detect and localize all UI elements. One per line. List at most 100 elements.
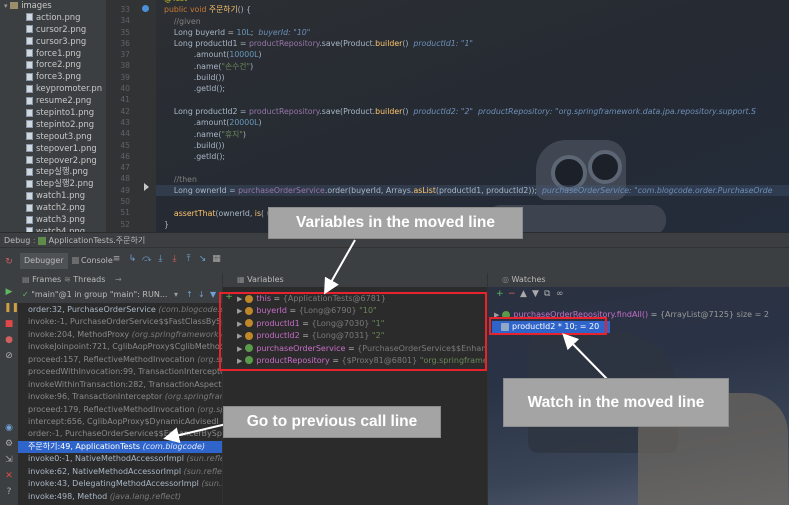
dropdown-icon[interactable]: ▾ [174, 287, 178, 303]
code-line[interactable]: .build()) [156, 140, 789, 151]
code-line[interactable]: .getId(); [156, 83, 789, 94]
copy-icon[interactable]: ⧉ [544, 289, 550, 299]
show-execution-point-icon[interactable]: ↳ [128, 255, 137, 264]
frame-row[interactable]: invoke0:-1, NativeMethodAccessorImpl (su… [18, 453, 222, 465]
frame-row[interactable]: proceedWithInvocation:99, TransactionInt… [18, 366, 222, 378]
frame-row[interactable]: proceed:179, ReflectiveMethodInvocation … [18, 404, 222, 416]
tree-file-item[interactable]: force3.png [0, 71, 106, 83]
tree-file-item[interactable]: cursor3.png [0, 36, 106, 48]
tree-file-item[interactable]: cursor2.png [0, 24, 106, 36]
tree-file-item[interactable]: action.png [0, 12, 106, 24]
step-out-icon[interactable]: ⤒ [184, 255, 193, 264]
code-token: ) [258, 50, 262, 60]
tree-file-item[interactable]: step실행.png [0, 166, 106, 178]
frame-row[interactable]: invoke:498, Method (java.lang.reflect) [18, 491, 222, 503]
code-line[interactable]: .name("휴지") [156, 129, 789, 140]
thread-selector[interactable]: ✓ "main"@1 in group "main": RUN... ▾ ↑ ↓… [18, 287, 222, 304]
frame-row[interactable]: proceed:157, ReflectiveMethodInvocation … [18, 354, 222, 366]
run-config-name[interactable]: ApplicationTests.주문하기 [49, 236, 146, 245]
tree-folder-images[interactable]: ▾ images [0, 0, 106, 12]
code-line[interactable]: .amount(10000L) [156, 49, 789, 60]
code-line[interactable]: //then [156, 174, 789, 185]
code-line[interactable]: //given [156, 16, 789, 27]
tree-file-item[interactable]: watch1.png [0, 190, 106, 202]
frame-row-selected[interactable]: 주문하기:49, ApplicationTests (com.blogcode) [18, 440, 222, 454]
tree-file-item[interactable]: resume2.png [0, 95, 106, 107]
tree-file-item[interactable]: step실행2.png [0, 178, 106, 190]
frame-row[interactable]: order:32, PurchaseOrderService (com.blog… [18, 304, 222, 316]
frame-class: (com.blogcode) [142, 441, 206, 451]
code-line[interactable]: Long ownerId = purchaseOrderService.orde… [156, 185, 789, 197]
help-icon[interactable]: ? [4, 487, 14, 497]
move-up-icon[interactable]: ▲ [520, 289, 527, 299]
code-line[interactable] [156, 162, 789, 173]
frame-row[interactable]: invoke:96, TransactionInterceptor (org.s… [18, 391, 222, 403]
frame-row[interactable]: invokeWithinTransaction:282, Transaction… [18, 379, 222, 391]
step-over-icon[interactable]: ⤼ [142, 255, 152, 264]
resume-icon[interactable]: ▶ [4, 287, 14, 297]
remove-icon[interactable]: − [508, 289, 516, 299]
frame-row[interactable]: order:-1, PurchaseOrderService$$Enhancer… [18, 428, 222, 440]
frames-tab[interactable]: ▤ Frames [22, 273, 61, 287]
breakpoint-marker-icon[interactable] [142, 5, 149, 12]
code-line[interactable]: .name("손수건") [156, 61, 789, 72]
move-down-icon[interactable]: ▼ [532, 289, 539, 299]
watches-tab-label[interactable]: Watches [512, 275, 546, 284]
tree-file-item[interactable]: watch3.png [0, 214, 106, 226]
view-breakpoints-icon[interactable]: ● [4, 335, 14, 345]
pin-icon[interactable]: ⇲ [4, 455, 14, 465]
tree-file-item[interactable]: watch2.png [0, 202, 106, 214]
mute-breakpoints-icon[interactable]: ⊘ [4, 351, 14, 361]
tree-file-item[interactable]: stepover1.png [0, 143, 106, 155]
filter-icon[interactable]: ▼ [210, 287, 216, 303]
code-line[interactable]: .build()) [156, 72, 789, 83]
tab-debugger[interactable]: Debugger [20, 253, 68, 269]
settings-icon[interactable]: ⚙ [4, 439, 14, 449]
code-token: builder [375, 39, 403, 49]
close-icon[interactable]: ✕ [4, 471, 14, 481]
code-line[interactable]: Long buyerId = 10L; buyerId: "10" [156, 27, 789, 38]
tree-file-item[interactable]: force2.png [0, 59, 106, 71]
glasses-icon[interactable]: ∞ [556, 289, 564, 299]
panel-menu-icon[interactable]: → [115, 273, 122, 287]
camera-icon[interactable]: ◉ [4, 423, 14, 433]
code-line[interactable]: Long productId2 = productRepository.save… [156, 106, 789, 117]
tab-console[interactable]: Console [68, 253, 117, 269]
code-token: Long buyerId = [164, 27, 237, 37]
tree-file-item[interactable]: stepout3.png [0, 131, 106, 143]
variables-tab-label[interactable]: Variables [247, 275, 284, 284]
code-token: asList [413, 186, 436, 196]
frame-row[interactable]: invoke:62, NativeMethodAccessorImpl (sun… [18, 466, 222, 478]
force-step-into-icon[interactable]: ⤓ [170, 255, 179, 264]
threads-tab[interactable]: ≋ Threads [64, 273, 105, 287]
stop-icon[interactable]: ■ [4, 319, 14, 329]
step-into-icon[interactable]: ⤓ [156, 255, 165, 264]
tree-file-item[interactable]: stepover2.png [0, 155, 106, 167]
code-line[interactable]: .amount(20000L) [156, 117, 789, 128]
frame-up-icon[interactable]: ↑ [186, 287, 193, 303]
rerun-icon[interactable]: ↻ [4, 257, 14, 267]
tree-file-item[interactable]: stepinto2.png [0, 119, 106, 131]
frame-row[interactable]: invokeJoinpoint:721, CglibAopProxy$Cglib… [18, 341, 222, 353]
code-line[interactable] [156, 95, 789, 106]
code-line[interactable] [156, 196, 789, 207]
add-icon[interactable]: + [496, 289, 504, 299]
frame-row[interactable]: invoke:43, DelegatingMethodAccessorImpl … [18, 478, 222, 490]
frame-row[interactable]: invoke:-1, PurchaseOrderService$$FastCla… [18, 316, 222, 328]
frame-row[interactable]: intercept:656, CglibAopProxy$DynamicAdvi… [18, 416, 222, 428]
code-line[interactable]: .getId(); [156, 151, 789, 162]
code-editor[interactable]: @Testpublic void 주문하기() { //given Long b… [156, 0, 789, 232]
expand-arrow-icon[interactable]: ▾ [4, 2, 8, 10]
run-to-cursor-icon[interactable]: ↘ [198, 255, 207, 264]
tree-file-item[interactable]: stepinto1.png [0, 107, 106, 119]
code-line[interactable]: public void 주문하기() { [156, 4, 789, 15]
tree-file-item[interactable]: force1.png [0, 48, 106, 60]
code-line[interactable]: Long productId1 = productRepository.save… [156, 38, 789, 49]
tab-console-label: Console [81, 256, 113, 265]
layout-icon[interactable]: ≡ [112, 255, 121, 264]
frame-down-icon[interactable]: ↓ [198, 287, 205, 303]
frame-row[interactable]: invoke:204, MethodProxy (org.springframe… [18, 329, 222, 341]
tree-file-item[interactable]: keypromoter.pn [0, 83, 106, 95]
evaluate-expression-icon[interactable]: ▦ [212, 255, 221, 264]
pause-icon[interactable]: ❚❚ [4, 303, 19, 313]
